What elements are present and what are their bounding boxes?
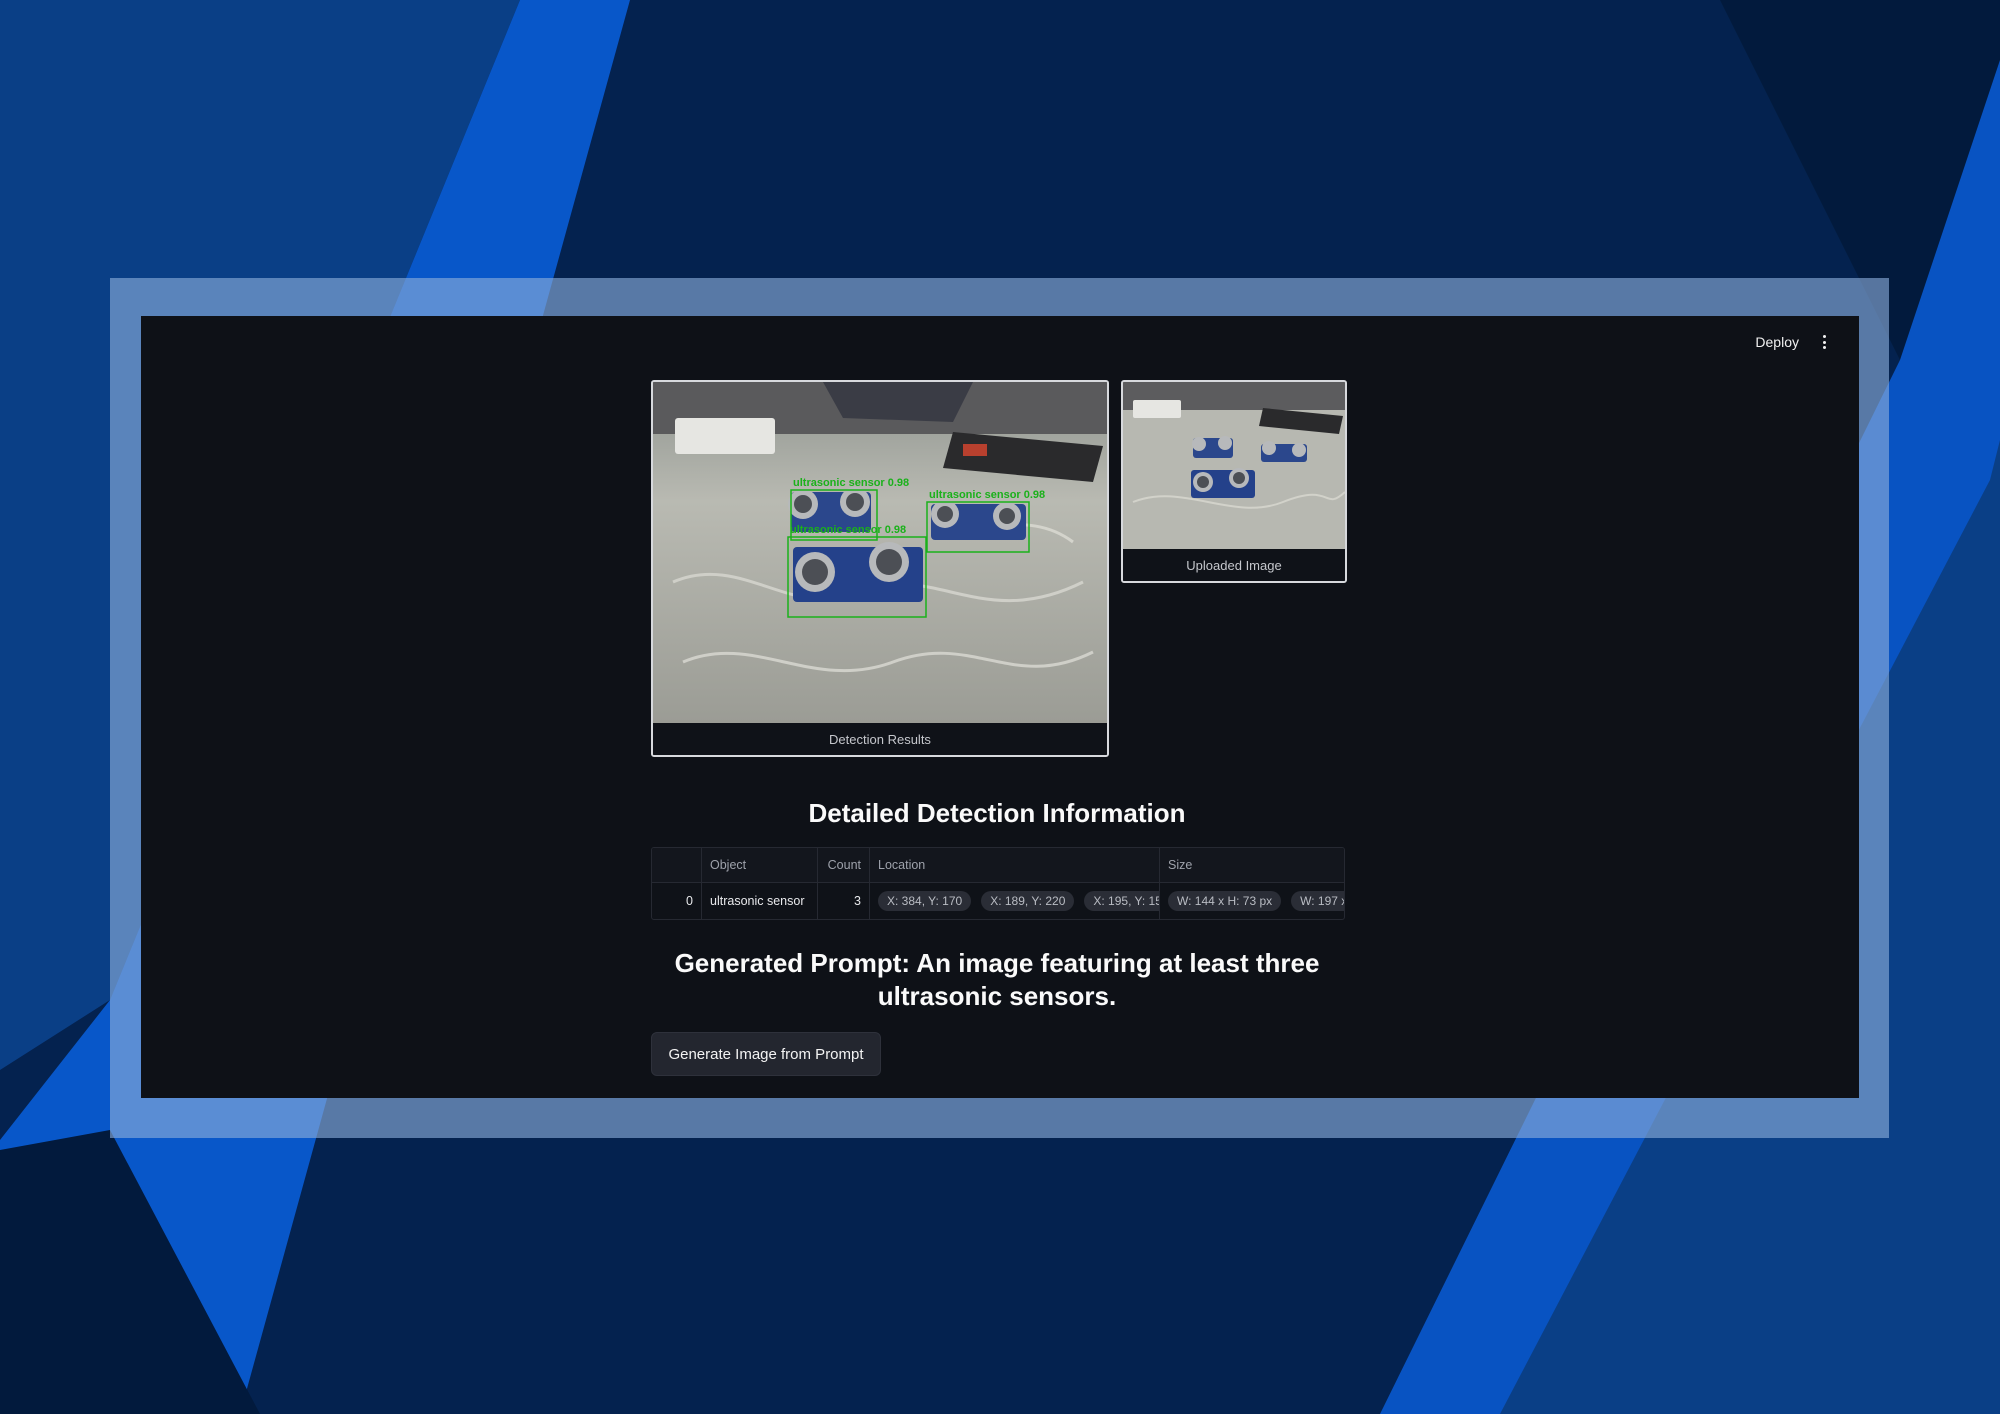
generated-prompt-text: Generated Prompt: An image featuring at …	[674, 948, 1320, 1011]
detection-results-image: ultrasonic sensor 0.98 ultrasonic sensor…	[653, 382, 1107, 723]
count-cell: 3	[818, 883, 870, 919]
column-header-count[interactable]: Count	[818, 848, 870, 882]
table-row: 0 ultrasonic sensor 3 X: 384, Y: 170 X: …	[652, 883, 1344, 919]
kebab-menu-icon[interactable]	[1819, 332, 1829, 352]
toolbar: Deploy	[1753, 330, 1829, 354]
detection-info-heading: Detailed Detection Information	[808, 798, 1186, 828]
size-pill: W: 197 x H	[1291, 891, 1344, 911]
detection-results-card: ultrasonic sensor 0.98 ultrasonic sensor…	[651, 380, 1109, 757]
column-header-object[interactable]: Object	[702, 848, 818, 882]
location-pill: X: 195, Y: 151	[1084, 891, 1159, 911]
column-header-location[interactable]: Location	[870, 848, 1160, 882]
column-header-size[interactable]: Size	[1160, 848, 1344, 882]
location-pill: X: 384, Y: 170	[878, 891, 972, 911]
deploy-button[interactable]: Deploy	[1753, 330, 1801, 354]
detection-results-caption: Detection Results	[653, 723, 1107, 755]
size-cell: W: 144 x H: 73 px W: 197 x H	[1160, 883, 1344, 919]
location-cell: X: 384, Y: 170 X: 189, Y: 220 X: 195, Y:…	[870, 883, 1160, 919]
detection-label: ultrasonic sensor 0.98	[790, 524, 906, 536]
table-header-row: Object Count Location Size	[652, 848, 1344, 883]
uploaded-image	[1123, 382, 1345, 549]
detection-table[interactable]: Object Count Location Size 0 ultrasonic …	[651, 847, 1345, 920]
detection-label: ultrasonic sensor 0.98	[929, 489, 1045, 501]
generate-image-button[interactable]: Generate Image from Prompt	[651, 1032, 881, 1076]
column-header[interactable]	[652, 848, 702, 882]
row-index: 0	[652, 883, 702, 919]
uploaded-image-card: Uploaded Image	[1121, 380, 1347, 583]
location-pill: X: 189, Y: 220	[981, 891, 1075, 911]
uploaded-image-caption: Uploaded Image	[1123, 549, 1345, 581]
object-cell: ultrasonic sensor	[702, 883, 818, 919]
detection-label: ultrasonic sensor 0.98	[793, 477, 909, 489]
size-pill: W: 144 x H: 73 px	[1168, 891, 1282, 911]
app-window: Deploy ultrasonic sensor 0.98 ultrasonic…	[141, 316, 1859, 1098]
